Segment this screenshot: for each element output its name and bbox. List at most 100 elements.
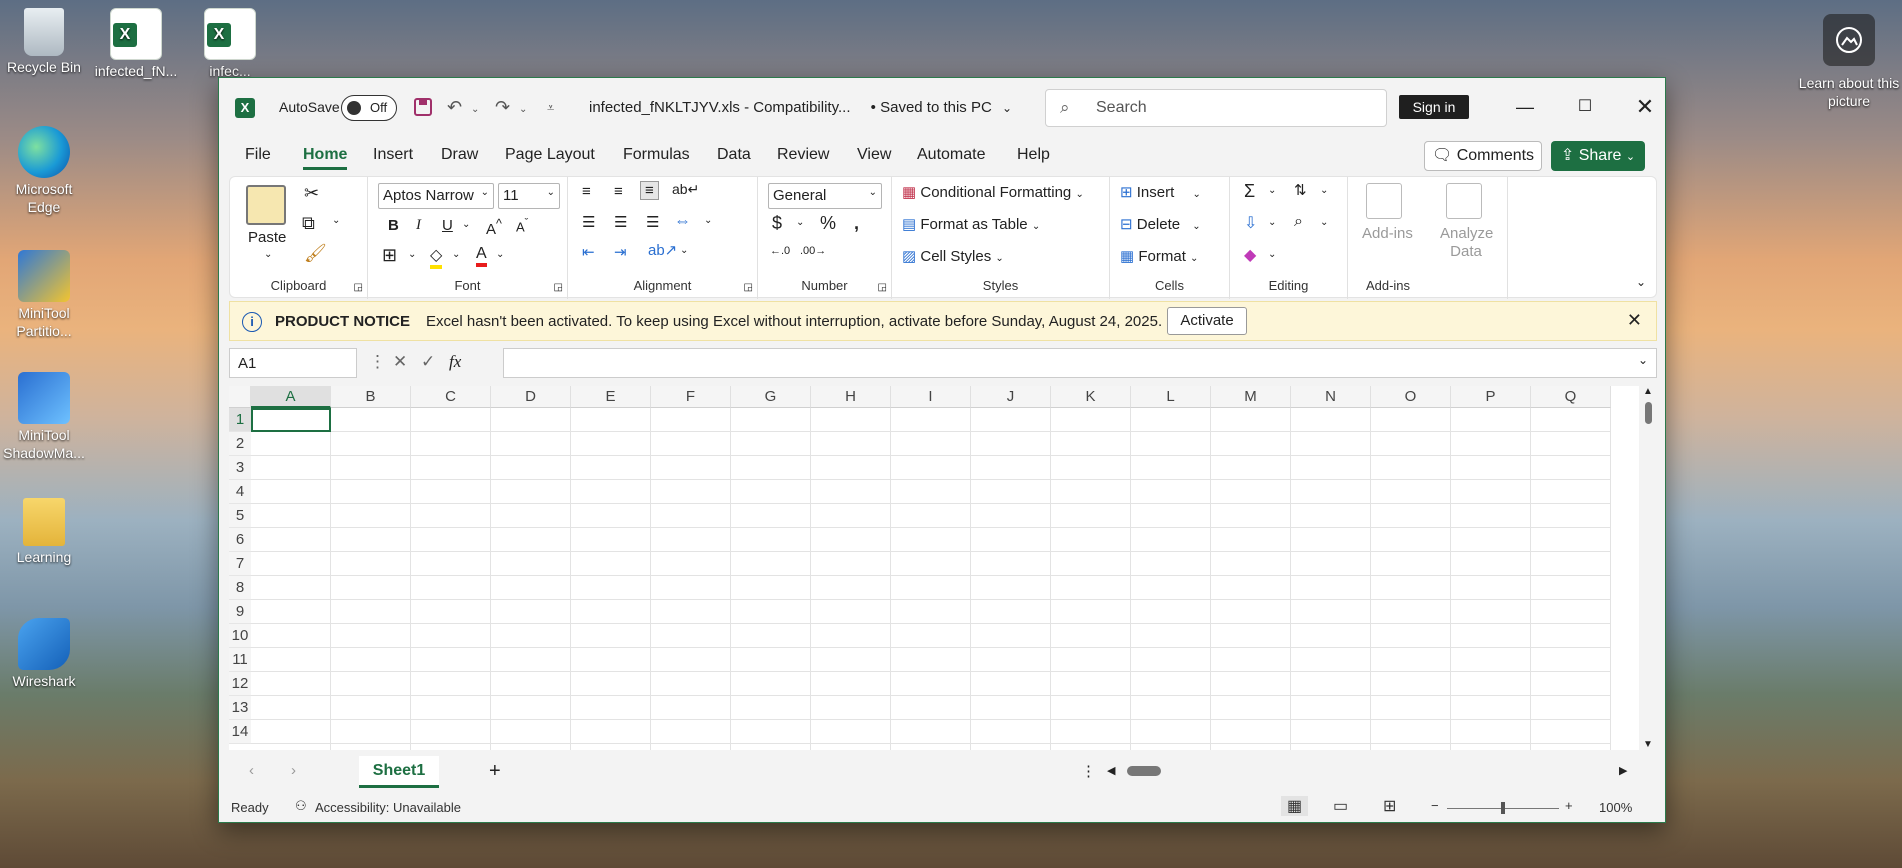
next-sheet-icon[interactable]: › <box>291 762 296 779</box>
font-size-select[interactable]: 11 ⌄ <box>498 183 560 209</box>
column-header[interactable]: A <box>251 386 331 408</box>
column-header[interactable]: N <box>1291 386 1371 408</box>
align-middle-icon[interactable]: ≡ <box>614 183 623 200</box>
currency-icon[interactable]: $ <box>772 213 782 234</box>
font-color-dropdown-icon[interactable]: ⌄ <box>496 249 504 260</box>
row-header[interactable]: 3 <box>229 456 251 480</box>
clear-icon[interactable]: ◆ <box>1244 245 1256 265</box>
column-header[interactable]: J <box>971 386 1051 408</box>
undo-icon[interactable]: ↶ <box>447 97 462 118</box>
column-header[interactable]: G <box>731 386 811 408</box>
desktop-icon-minitool-shadowmaker[interactable]: MiniTool ShadowMa... <box>0 372 88 462</box>
scroll-left-icon[interactable]: ◀ <box>1107 764 1115 777</box>
comments-button[interactable]: 🗨 Comments <box>1424 141 1542 171</box>
desktop-icon-excel-file-2[interactable]: infec... <box>186 8 274 80</box>
tab-review[interactable]: Review <box>777 146 829 164</box>
row-header[interactable]: 4 <box>229 480 251 504</box>
worksheet-grid[interactable]: A B C D E F G H I J K L M N O P Q 1 2 3 4 5 6 7 8 9 10 11 12 13 14 <box>229 386 1639 750</box>
align-bottom-icon[interactable]: ≡ <box>640 181 659 200</box>
percent-icon[interactable]: % <box>820 213 836 234</box>
currency-dropdown-icon[interactable]: ⌄ <box>796 217 804 228</box>
merge-dropdown-icon[interactable]: ⌄ <box>704 215 712 226</box>
close-icon[interactable]: ✕ <box>1627 310 1642 331</box>
column-header[interactable]: L <box>1131 386 1211 408</box>
italic-icon[interactable]: I <box>416 217 421 234</box>
column-header[interactable]: E <box>571 386 651 408</box>
decrease-decimal-icon[interactable]: .00→ <box>800 245 826 257</box>
tab-home[interactable]: Home <box>303 146 348 170</box>
dialog-launcher-icon[interactable]: ◲ <box>554 282 563 293</box>
ribbon-collapse-icon[interactable]: ⌄ <box>1636 275 1646 289</box>
conditional-formatting-button[interactable]: ▦ Conditional Formatting ⌄ <box>902 183 1084 201</box>
column-header[interactable]: F <box>651 386 731 408</box>
autosave-toggle[interactable]: Off <box>341 95 397 121</box>
increase-indent-icon[interactable]: ⇥ <box>614 243 627 261</box>
analyze-data-icon[interactable] <box>1446 183 1482 219</box>
column-header[interactable]: O <box>1371 386 1451 408</box>
sort-filter-icon[interactable]: ⇅ <box>1294 181 1307 199</box>
paste-dropdown-icon[interactable]: ⌄ <box>264 249 272 260</box>
row-header[interactable]: 6 <box>229 528 251 552</box>
column-header[interactable]: H <box>811 386 891 408</box>
increase-decimal-icon[interactable]: ←.0 <box>770 245 790 257</box>
desktop-icon-edge[interactable]: Microsoft Edge <box>0 126 88 216</box>
activate-button[interactable]: Activate <box>1167 307 1247 335</box>
sort-filter-dropdown-icon[interactable]: ⌄ <box>1320 185 1328 196</box>
select-all-corner[interactable] <box>229 386 251 408</box>
scroll-thumb[interactable] <box>1645 402 1652 424</box>
zoom-slider-thumb[interactable] <box>1501 802 1505 814</box>
insert-function-icon[interactable]: fx <box>449 352 461 372</box>
font-color-icon[interactable]: A <box>476 245 487 267</box>
cut-icon[interactable]: ✂ <box>304 183 319 204</box>
prev-sheet-icon[interactable]: ‹ <box>249 762 254 779</box>
desktop-icon-recycle-bin[interactable]: Recycle Bin <box>0 8 88 76</box>
row-header[interactable]: 8 <box>229 576 251 600</box>
increase-font-icon[interactable]: A^ <box>486 217 502 238</box>
share-button[interactable]: ⇪ Share ⌄ <box>1551 141 1645 171</box>
autosum-icon[interactable]: Σ <box>1244 181 1255 202</box>
document-title[interactable]: infected_fNKLTJYV.xls - Compatibility...… <box>589 99 1012 116</box>
redo-dropdown-icon[interactable]: ⌄ <box>519 104 527 115</box>
minimize-icon[interactable]: — <box>1505 92 1545 122</box>
analyze-data-button[interactable]: Analyze Data <box>1440 225 1493 261</box>
underline-dropdown-icon[interactable]: ⌄ <box>462 219 470 230</box>
orientation-dropdown-icon[interactable]: ⌄ <box>680 245 688 256</box>
scroll-down-icon[interactable]: ▼ <box>1643 739 1653 750</box>
tab-file[interactable]: File <box>245 146 271 164</box>
fill-icon[interactable]: ⇩ <box>1244 213 1257 233</box>
scroll-right-icon[interactable]: ▶ <box>1619 764 1627 777</box>
dialog-launcher-icon[interactable]: ◲ <box>744 282 753 293</box>
tab-view[interactable]: View <box>857 146 891 164</box>
row-header[interactable]: 1 <box>229 408 251 432</box>
delete-cells-button[interactable]: ⊟ Delete ⌄ <box>1120 215 1201 233</box>
page-break-view-icon[interactable]: ⊞ <box>1383 796 1396 816</box>
cell-styles-button[interactable]: ▨ Cell Styles ⌄ <box>902 247 1004 265</box>
wrap-text-icon[interactable]: ab↵ <box>672 181 699 198</box>
desktop-icon-minitool-partition[interactable]: MiniTool Partitio... <box>0 250 88 340</box>
sheet-tab-sheet1[interactable]: Sheet1 <box>359 756 439 788</box>
horizontal-scroll-thumb[interactable] <box>1127 766 1161 776</box>
comma-style-icon[interactable]: , <box>854 213 859 234</box>
search-input[interactable]: ⌕ Search <box>1045 89 1387 127</box>
copy-dropdown-icon[interactable]: ⌄ <box>332 215 340 226</box>
normal-view-icon[interactable]: ▦ <box>1281 796 1309 816</box>
row-header[interactable]: 12 <box>229 672 251 696</box>
column-header[interactable]: M <box>1211 386 1291 408</box>
desktop-icon-wireshark[interactable]: Wireshark <box>0 618 88 690</box>
find-select-icon[interactable]: ⌕ <box>1294 213 1303 231</box>
decrease-font-icon[interactable]: Aˇ <box>516 217 528 234</box>
row-header[interactable]: 14 <box>229 720 251 744</box>
column-header[interactable]: B <box>331 386 411 408</box>
desktop-icon-excel-file-1[interactable]: infected_fN... <box>92 8 180 80</box>
zoom-in-icon[interactable]: + <box>1565 798 1573 813</box>
number-format-select[interactable]: General ⌄ <box>768 183 882 209</box>
learn-about-picture[interactable]: Learn about this picture <box>1796 14 1902 110</box>
row-header[interactable]: 11 <box>229 648 251 672</box>
decrease-indent-icon[interactable]: ⇤ <box>582 243 595 261</box>
more-icon[interactable]: ⋮ <box>1081 762 1096 780</box>
page-layout-view-icon[interactable]: ▭ <box>1333 796 1348 816</box>
merge-center-icon[interactable]: ⇔ <box>674 211 691 231</box>
name-box[interactable]: A1 <box>229 348 357 378</box>
maximize-icon[interactable]: ☐ <box>1565 92 1605 122</box>
enter-icon[interactable]: ✓ <box>421 352 435 372</box>
